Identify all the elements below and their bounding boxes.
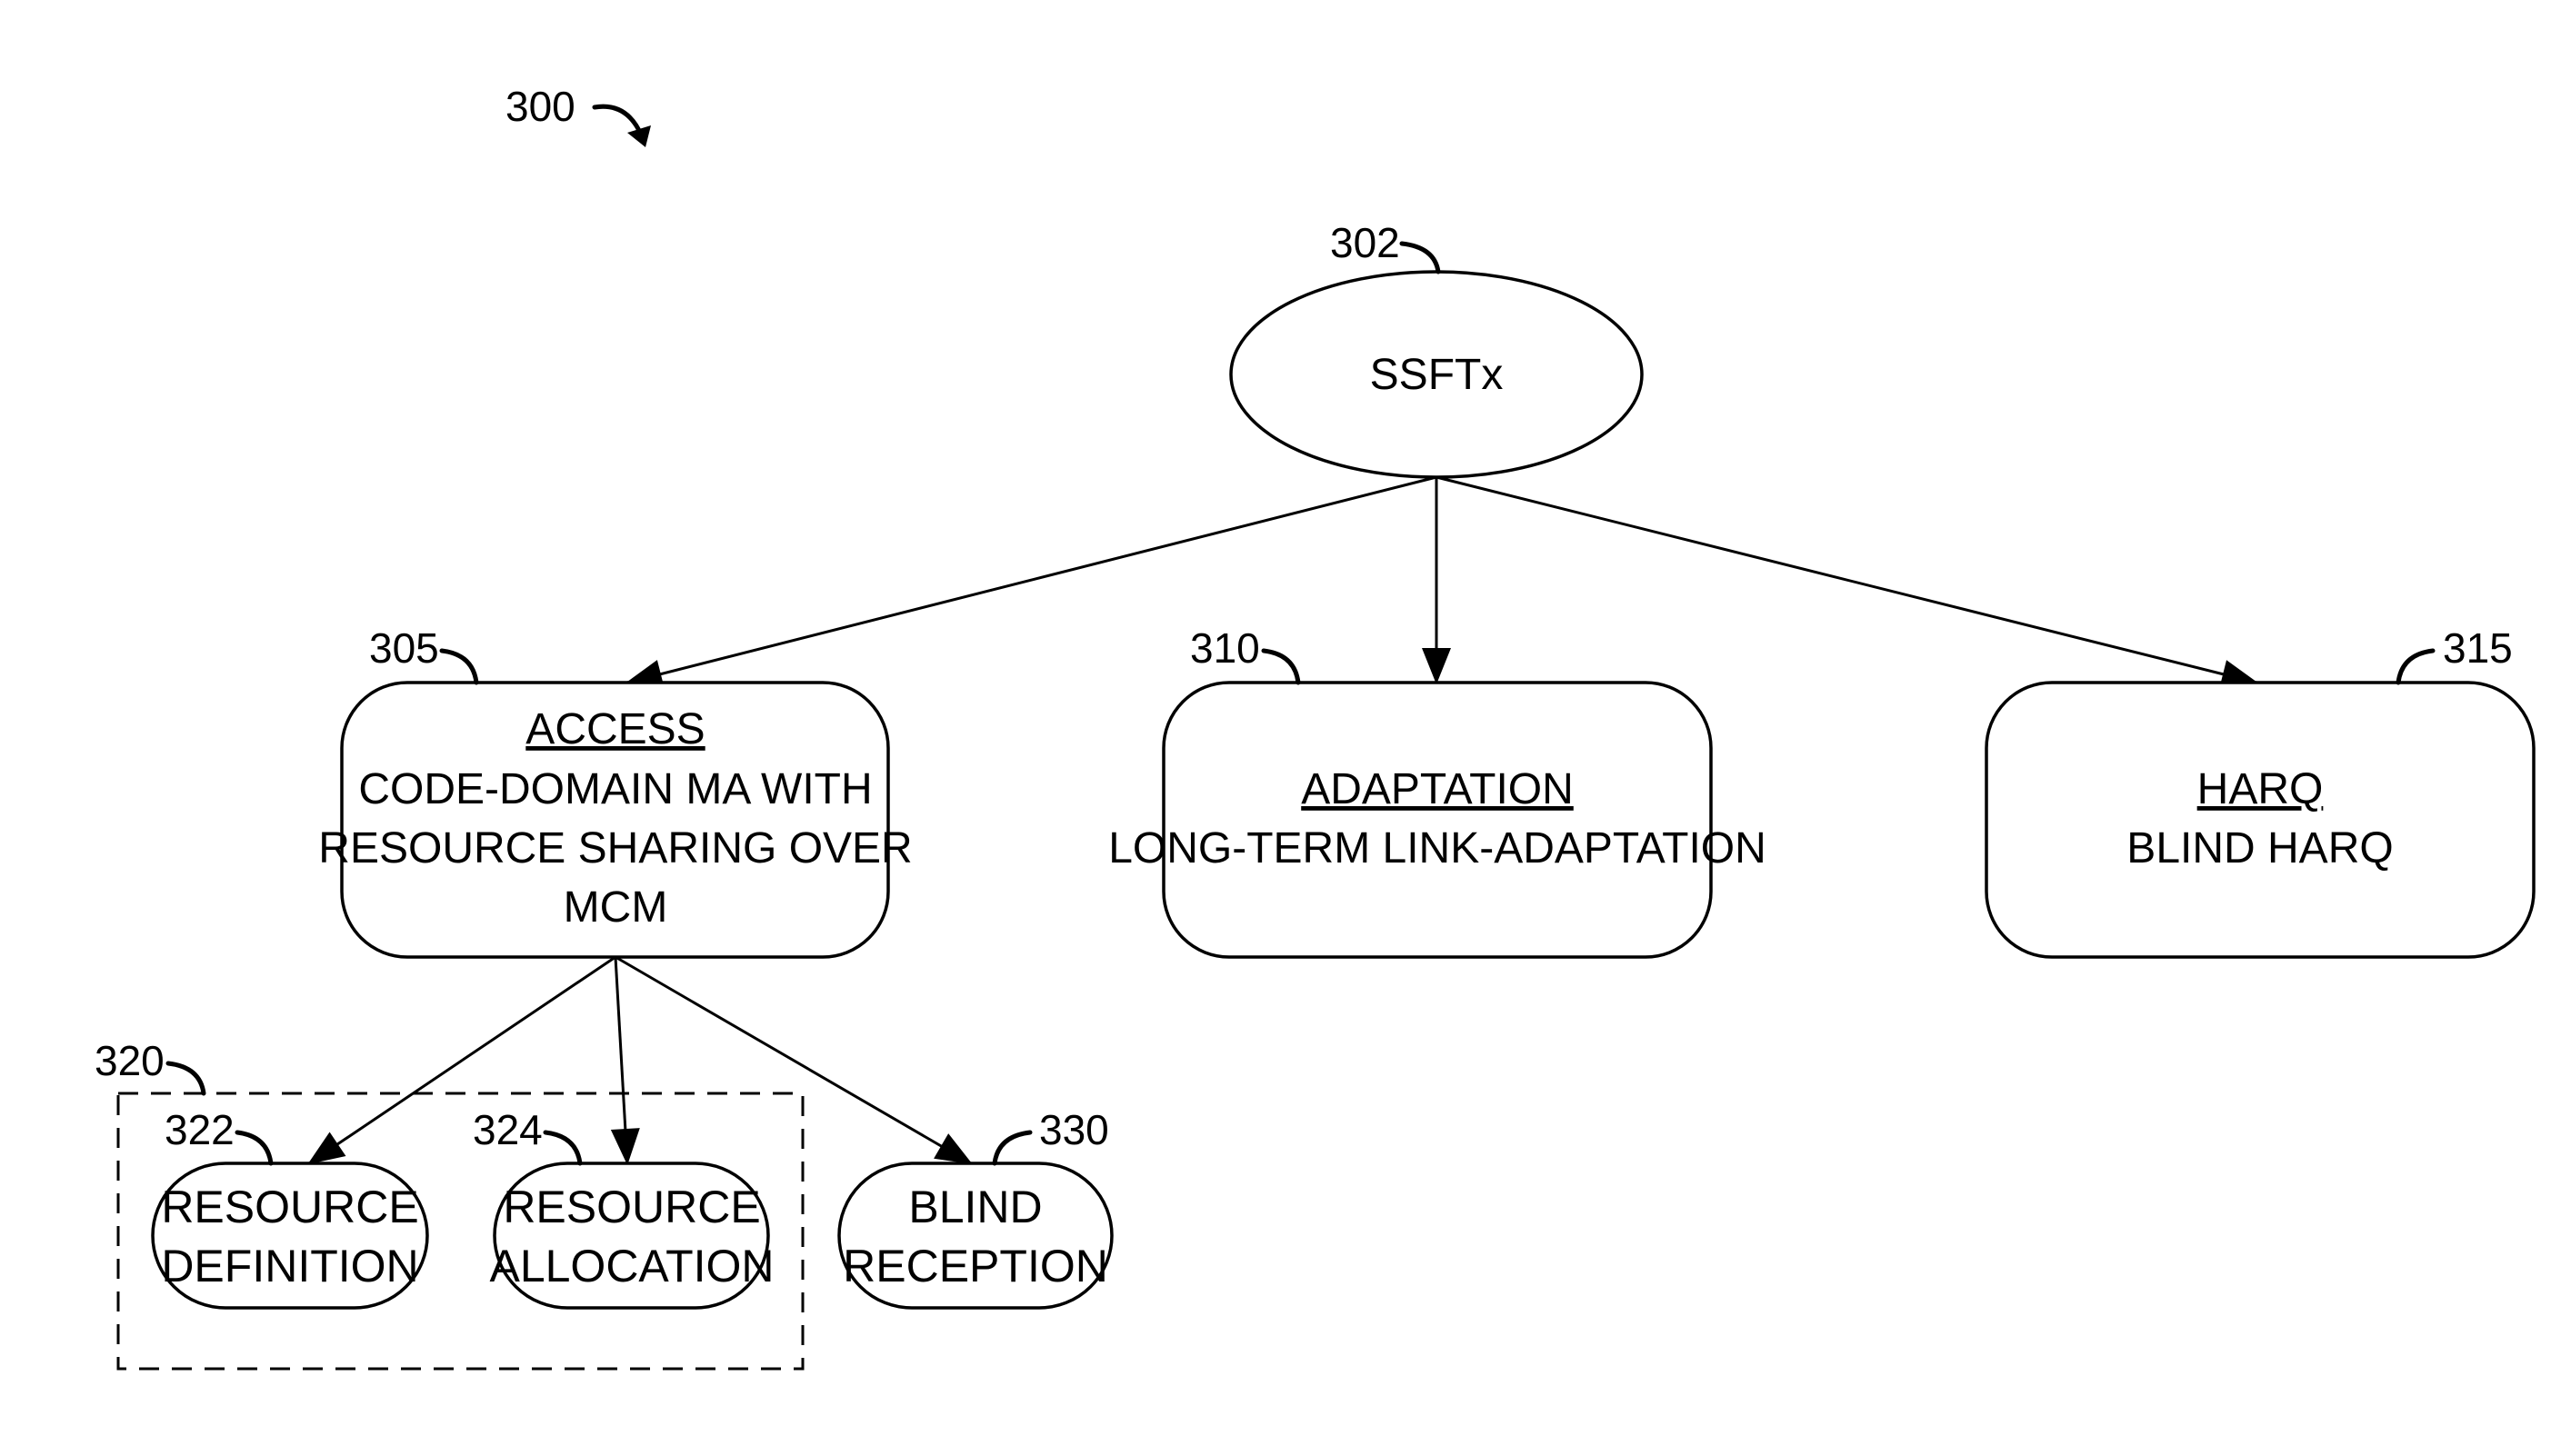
harq-ref-leader: [2396, 648, 2436, 685]
group-ref: 320: [95, 1037, 165, 1084]
harq-line-1: BLIND HARQ: [2126, 824, 2393, 873]
root-label: SSFTx: [1370, 351, 1504, 399]
node-harq[interactable]: HARQ BLIND HARQ 315: [1985, 624, 2536, 959]
resource-definition-line-1: RESOURCE: [161, 1182, 418, 1232]
access-line-3: MCM: [564, 883, 668, 932]
resource-allocation-line-2: ALLOCATION: [489, 1241, 774, 1291]
edge-305-322: [307, 955, 616, 1165]
edge-305-324: [610, 956, 640, 1165]
subnode-resource-allocation[interactable]: RESOURCE ALLOCATION 324: [473, 1106, 775, 1310]
root-ref: 302: [1330, 219, 1400, 266]
access-ref: 305: [369, 624, 439, 672]
access-edges: [307, 955, 973, 1165]
blind-reception-ref: 330: [1039, 1106, 1109, 1153]
access-ref-leader: [439, 648, 479, 685]
edge-305-330: [615, 955, 973, 1165]
edge-302-315: [1436, 475, 2258, 689]
adaptation-title: ADAPTATION: [1301, 765, 1574, 813]
node-access[interactable]: ACCESS CODE-DOMAIN MA WITH RESOURCE SHAR…: [318, 624, 913, 959]
patent-diagram: 300 SSFTx 302 ACCESS CODE-DOMAIN MA WITH…: [95, 83, 2536, 1371]
harq-box[interactable]: [1985, 681, 2536, 959]
adaptation-ref-leader: [1261, 648, 1301, 685]
figure-ref-300: 300: [505, 83, 651, 147]
resource-allocation-line-1: RESOURCE: [503, 1182, 760, 1232]
access-title: ACCESS: [525, 705, 705, 753]
figure-ref-label: 300: [505, 83, 575, 130]
access-line-1: CODE-DOMAIN MA WITH: [358, 765, 872, 813]
subnode-blind-reception[interactable]: BLIND RECEPTION 330: [837, 1106, 1114, 1310]
root-edges: [625, 475, 2258, 689]
root-ref-leader: [1399, 241, 1441, 274]
resource-allocation-ref-leader: [543, 1130, 583, 1166]
subnode-resource-definition[interactable]: RESOURCE DEFINITION 322: [151, 1106, 429, 1310]
resource-allocation-ref: 324: [473, 1106, 543, 1153]
harq-ref: 315: [2443, 624, 2513, 672]
group-ref-leader: [165, 1061, 206, 1096]
blind-reception-line-2: RECEPTION: [843, 1241, 1108, 1291]
edge-302-305: [625, 475, 1437, 689]
access-line-2: RESOURCE SHARING OVER: [318, 824, 912, 873]
resource-definition-line-2: DEFINITION: [161, 1241, 418, 1291]
adaptation-box[interactable]: [1162, 681, 1713, 959]
adaptation-line-1: LONG-TERM LINK-ADAPTATION: [1108, 824, 1766, 873]
blind-reception-ref-leader: [992, 1130, 1033, 1166]
harq-title: HARQ: [2197, 765, 2324, 813]
resource-definition-ref: 322: [165, 1106, 235, 1153]
root-node-ssftx[interactable]: SSFTx 302: [1229, 219, 1644, 479]
blind-reception-line-1: BLIND: [908, 1182, 1042, 1232]
adaptation-ref: 310: [1190, 624, 1260, 672]
resource-definition-ref-leader: [235, 1130, 274, 1166]
